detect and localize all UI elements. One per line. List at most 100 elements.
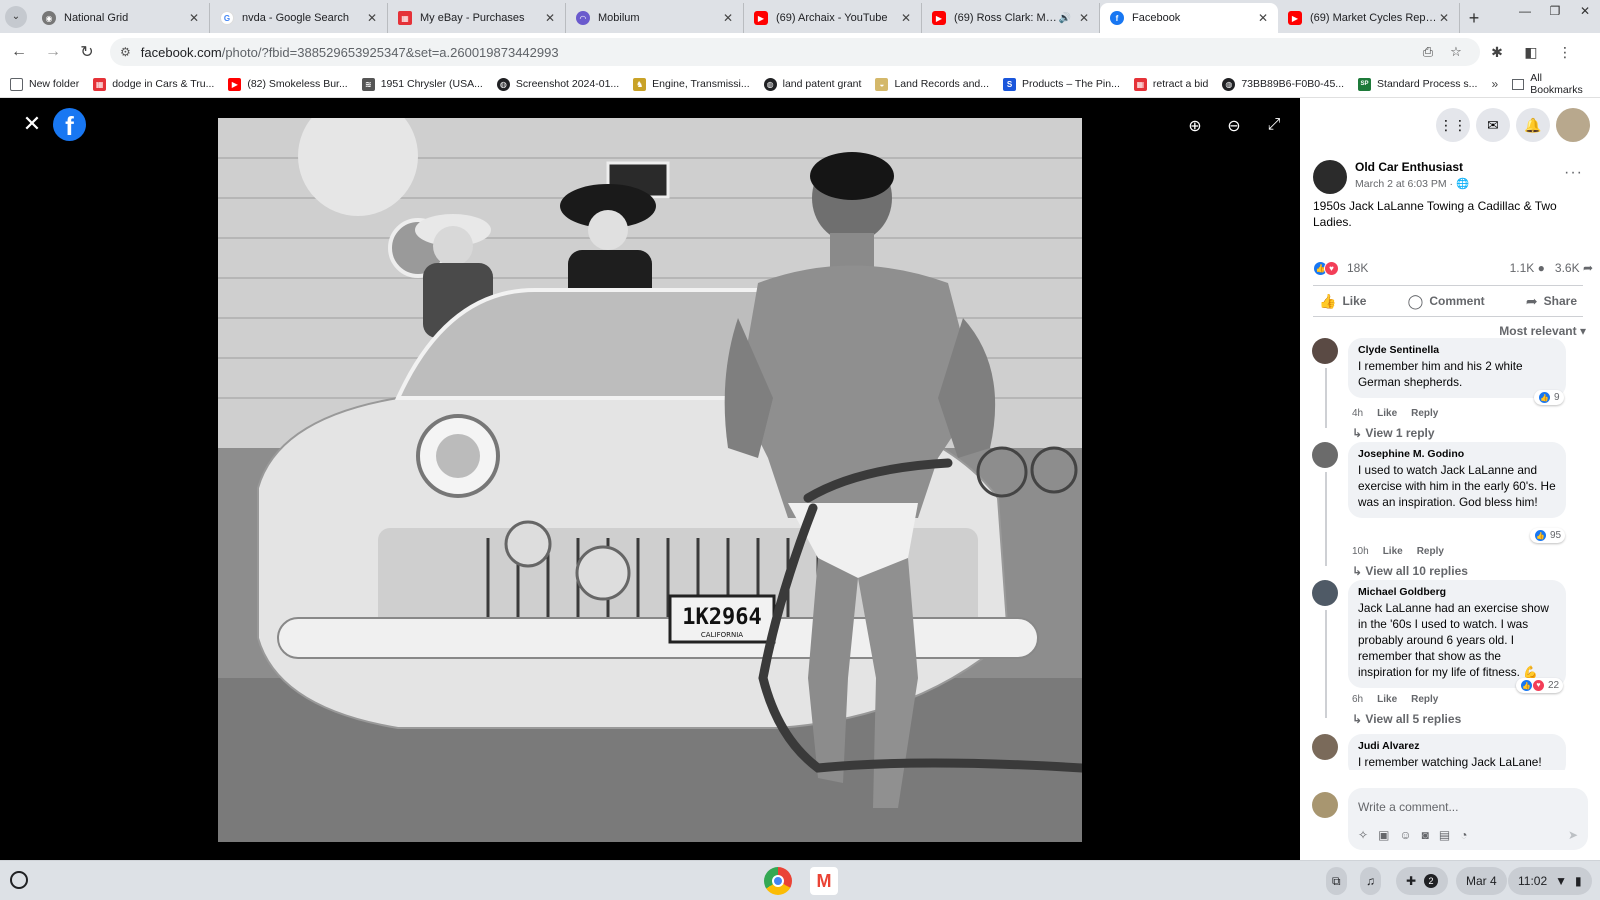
zoom-in-icon[interactable]: ⊕ <box>1183 116 1207 136</box>
post-author[interactable]: Old Car Enthusiast <box>1355 160 1469 174</box>
page-avatar[interactable] <box>1313 160 1347 194</box>
notification-tray[interactable]: ✚ 2 <box>1396 867 1449 895</box>
reload-icon[interactable]: ↻ <box>72 37 102 67</box>
like-button[interactable]: 👍 Like <box>1319 293 1366 310</box>
tab-5[interactable]: ▶ (69) Ross Clark: Marke 🔊 ✕ <box>922 3 1100 33</box>
comment-reactions[interactable]: 👍 9 <box>1534 390 1564 405</box>
extensions-icon[interactable]: ✱ <box>1480 44 1514 61</box>
tab-1[interactable]: Gnvda - Google Search ✕ <box>210 3 388 33</box>
commenter-avatar[interactable] <box>1312 734 1338 760</box>
send-icon[interactable]: ➤ <box>1568 828 1578 842</box>
commenter-avatar[interactable] <box>1312 338 1338 364</box>
profile-avatar[interactable] <box>1556 108 1590 142</box>
bookmark-new-folder[interactable]: New folder <box>10 77 79 91</box>
new-tab-button[interactable]: + <box>1460 3 1488 33</box>
bookmark-2[interactable]: ▶ (82) Smokeless Bur... <box>228 77 348 91</box>
forward-icon[interactable]: → <box>38 37 68 67</box>
tab-3[interactable]: ◠ Mobilum ✕ <box>566 3 744 33</box>
facebook-logo-icon[interactable]: f <box>53 108 86 141</box>
view-replies-link[interactable]: ↳ View 1 reply <box>1352 426 1435 440</box>
messenger-icon[interactable]: ✉ <box>1476 108 1510 142</box>
close-icon[interactable]: ✕ <box>365 11 379 25</box>
speaker-icon[interactable]: 🔊 <box>1059 13 1071 24</box>
close-icon[interactable]: ✕ <box>1437 11 1451 25</box>
close-icon[interactable]: ✕ <box>721 11 735 25</box>
comment-time[interactable]: 6h <box>1352 694 1363 705</box>
close-icon[interactable]: ✕ <box>1077 11 1091 25</box>
comment-like-link[interactable]: Like <box>1377 694 1397 705</box>
back-icon[interactable]: ← <box>4 37 34 67</box>
close-viewer-icon[interactable]: ✕ <box>20 112 44 136</box>
bookmark-star-icon[interactable]: ☆ <box>1442 44 1470 60</box>
bookmark-8[interactable]: S Products – The Pin... <box>1003 77 1120 91</box>
address-bar[interactable]: ⚙ facebook.com/photo/?fbid=3885296539253… <box>110 38 1480 66</box>
side-panel-icon[interactable]: ◧ <box>1514 44 1548 61</box>
avatar-sticker-icon[interactable]: ✧ <box>1358 828 1368 842</box>
share-count[interactable]: 3.6K ➦ <box>1555 261 1593 275</box>
commenter-avatar[interactable] <box>1312 442 1338 468</box>
emoji-icon[interactable]: ☺ <box>1399 828 1411 842</box>
commenter-name[interactable]: Clyde Sentinella <box>1358 344 1556 356</box>
tab-0[interactable]: ◉ National Grid ✕ <box>32 3 210 33</box>
close-icon[interactable]: ✕ <box>1256 11 1270 25</box>
comment-like-link[interactable]: Like <box>1383 546 1403 557</box>
url-text[interactable]: facebook.com/photo/?fbid=388529653925347… <box>141 45 1414 60</box>
fullscreen-icon[interactable]: ⤢ <box>1262 116 1286 134</box>
comment-reply-link[interactable]: Reply <box>1411 694 1438 705</box>
comment-reply-link[interactable]: Reply <box>1417 546 1444 557</box>
close-icon[interactable]: ✕ <box>543 11 557 25</box>
tab-6-active[interactable]: f Facebook ✕ <box>1100 3 1278 33</box>
install-app-icon[interactable]: ⎙ <box>1414 44 1442 60</box>
comment-reply-link[interactable]: Reply <box>1411 408 1438 419</box>
comment-reactions[interactable]: 👍 ♥ 22 <box>1516 678 1564 693</box>
comment-reactions[interactable]: 👍 95 <box>1530 528 1566 543</box>
camera-icon[interactable]: ◙ <box>1422 828 1429 842</box>
status-tray[interactable]: 11:02 ▼ ▮ <box>1508 867 1592 895</box>
comment-count[interactable]: 1.1K ● <box>1510 261 1545 275</box>
close-icon[interactable]: ✕ <box>899 11 913 25</box>
tab-search-button[interactable]: ⌄ <box>0 0 32 33</box>
comment-like-link[interactable]: Like <box>1377 408 1397 419</box>
tab-7[interactable]: ▶ (69) Market Cycles Report ✕ <box>1278 3 1460 33</box>
comment-input[interactable]: Write a comment... ✧ ▣ ☺ ◙ ▤ ◔ ➤ <box>1348 788 1588 850</box>
commenter-avatar[interactable] <box>1312 580 1338 606</box>
tote-icon[interactable]: ⧉ <box>1326 867 1347 895</box>
bookmark-5[interactable]: ♞ Engine, Transmissi... <box>633 77 750 91</box>
commenter-name[interactable]: Judi Alvarez <box>1358 740 1556 752</box>
gmail-icon[interactable]: M <box>810 867 838 895</box>
date-tray[interactable]: Mar 4 <box>1456 867 1507 895</box>
more-options-icon[interactable]: ··· <box>1564 164 1583 182</box>
comment-time[interactable]: 4h <box>1352 408 1363 419</box>
close-icon[interactable]: ✕ <box>187 11 201 25</box>
bookmark-11[interactable]: SP Standard Process s... <box>1358 77 1477 91</box>
media-controls-icon[interactable]: ♫ <box>1360 867 1381 895</box>
gif-icon[interactable]: ▤ <box>1439 828 1450 842</box>
apps-menu-icon[interactable]: ⋮⋮ <box>1436 108 1470 142</box>
share-button[interactable]: ➦ Share <box>1526 293 1577 310</box>
chrome-icon[interactable] <box>764 867 792 895</box>
tab-4[interactable]: ▶ (69) Archaix - YouTube ✕ <box>744 3 922 33</box>
post-time[interactable]: March 2 at 6:03 PM · 🌐 <box>1355 177 1469 190</box>
close-window-icon[interactable]: ✕ <box>1570 4 1600 18</box>
comment-sort-dropdown[interactable]: Most relevant ▾ <box>1499 324 1586 338</box>
restore-icon[interactable]: ❐ <box>1540 4 1570 18</box>
comment-button[interactable]: ◯ Comment <box>1408 293 1485 310</box>
bookmark-6[interactable]: ◍ land patent grant <box>763 77 861 91</box>
bookmark-10[interactable]: ◍ 73BB89B6-F0B0-45... <box>1222 77 1344 91</box>
site-info-icon[interactable]: ⚙ <box>120 45 131 59</box>
bookmark-3[interactable]: ≋ 1951 Chrysler (USA... <box>361 77 483 91</box>
view-replies-link[interactable]: ↳ View all 10 replies <box>1352 564 1468 578</box>
bookmark-9[interactable]: ▦ retract a bid <box>1133 77 1208 91</box>
love-reaction-icon[interactable]: ♥ <box>1324 260 1339 276</box>
menu-icon[interactable]: ⋮ <box>1548 44 1582 61</box>
commenter-name[interactable]: Michael Goldberg <box>1358 586 1556 598</box>
notifications-bell-icon[interactable]: 🔔 <box>1516 108 1550 142</box>
reaction-count[interactable]: 18K <box>1347 261 1368 275</box>
comment-time[interactable]: 10h <box>1352 546 1369 557</box>
bookmark-7[interactable]: ◒ Land Records and... <box>875 77 989 91</box>
launcher-icon[interactable] <box>10 871 28 889</box>
minimize-icon[interactable]: — <box>1510 4 1540 18</box>
comments-list[interactable]: Clyde Sentinella I remember him and his … <box>1312 338 1590 770</box>
zoom-out-icon[interactable]: ⊖ <box>1222 116 1246 136</box>
commenter-name[interactable]: Josephine M. Godino <box>1358 448 1556 460</box>
